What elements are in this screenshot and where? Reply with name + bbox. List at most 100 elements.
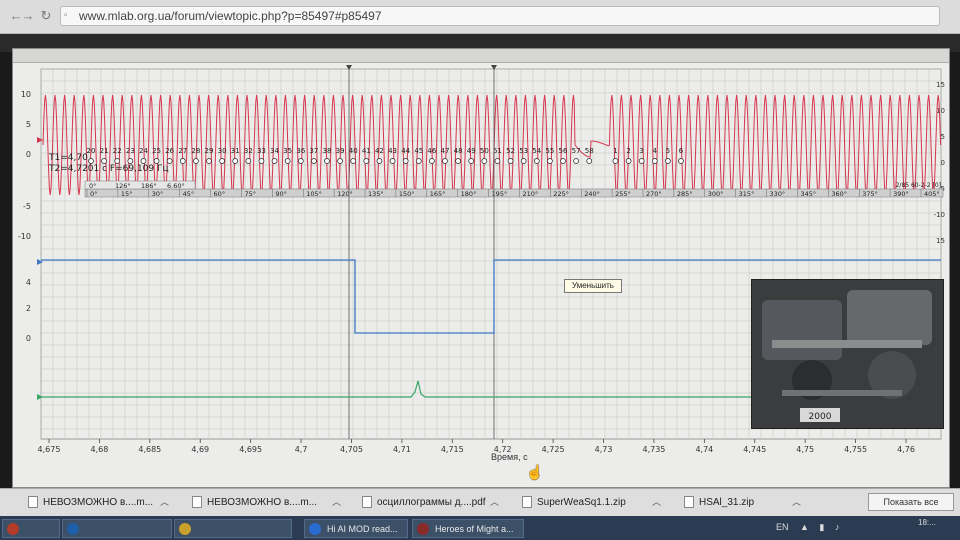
angle-label: 360° xyxy=(831,190,847,198)
forward-arrow-icon[interactable]: → xyxy=(20,8,36,24)
angle-label: 270° xyxy=(646,190,662,198)
angle-label: 105° xyxy=(306,190,322,198)
taskbar-item[interactable] xyxy=(62,519,172,538)
tooth-marker xyxy=(625,158,632,164)
download-item[interactable]: SuperWeaSq1.1.zip xyxy=(522,495,626,511)
tooth-number: 28 xyxy=(191,147,200,155)
windows-taskbar: Hi AI MOD read... Heroes of Might a... E… xyxy=(0,516,960,540)
taskbar-item[interactable]: Heroes of Might a... xyxy=(412,519,524,538)
file-icon xyxy=(192,496,202,509)
tooth-marker xyxy=(232,158,239,164)
y-tick-label-right: 15 xyxy=(936,237,945,245)
tooth-number: 50 xyxy=(480,147,489,155)
tooth-marker xyxy=(311,158,317,164)
x-tick-label: 4,705 xyxy=(340,445,363,454)
tooth-number: 53 xyxy=(519,147,528,155)
y-tick-label-right: 5 xyxy=(941,133,945,141)
tooth-marker xyxy=(468,158,475,164)
pdf-icon xyxy=(362,496,372,509)
tooth-number: 47 xyxy=(441,147,450,155)
url-field[interactable]: www.mlab.org.ua/forum/viewtopic.php?p=85… xyxy=(60,6,940,26)
tooth-marker xyxy=(520,158,527,164)
tooth-marker xyxy=(363,158,370,164)
tooth-number: 54 xyxy=(532,147,541,155)
zip-icon xyxy=(522,496,532,509)
tooth-marker xyxy=(324,158,330,164)
x-tick-label: 4,75 xyxy=(796,445,814,454)
engine-photo: 2000 xyxy=(751,279,944,429)
tooth-marker xyxy=(665,158,671,164)
language-indicator[interactable]: EN xyxy=(776,522,789,532)
tooth-number: 52 xyxy=(506,147,515,155)
tooth-marker xyxy=(638,158,645,164)
angle-label: 240° xyxy=(584,190,600,198)
tooth-marker xyxy=(612,158,619,164)
clock[interactable]: 18:... xyxy=(918,518,936,528)
tooth-marker xyxy=(271,158,278,164)
angle-label: 15° xyxy=(121,190,133,198)
engine-photo-caption: 2000 xyxy=(809,412,832,422)
x-tick-label: 4,74 xyxy=(695,445,713,454)
tooth-marker xyxy=(547,158,553,164)
tooth-number: 5 xyxy=(666,147,670,155)
reload-icon[interactable]: ↻ xyxy=(38,8,54,24)
chevron-up-icon[interactable]: ︿ xyxy=(490,495,499,508)
browser-icon xyxy=(67,523,79,535)
angle-label: 0° xyxy=(90,190,97,198)
zoom-out-tooltip[interactable]: Уменьшить xyxy=(564,279,622,293)
chevron-up-icon[interactable]: ︿ xyxy=(332,495,341,508)
tooth-number: 4 xyxy=(653,147,658,155)
x-tick-label: 4,715 xyxy=(441,445,464,454)
taskbar-item[interactable] xyxy=(2,519,60,538)
angle-label: 45° xyxy=(183,190,195,198)
taskbar-item[interactable] xyxy=(174,519,292,538)
x-tick-label: 4,71 xyxy=(393,445,411,454)
tooth-marker xyxy=(389,158,396,164)
tooth-marker xyxy=(402,158,409,164)
chevron-up-icon[interactable]: ︿ xyxy=(160,495,169,508)
angle-label: 75° xyxy=(244,190,256,198)
x-tick-label: 4,735 xyxy=(642,445,665,454)
download-item[interactable]: осциллограммы д....pdf xyxy=(362,495,486,511)
tooth-number: 37 xyxy=(309,147,318,155)
tooth-number: 41 xyxy=(362,147,371,155)
y-tick-label-right: -10 xyxy=(934,211,945,219)
tooth-number: 44 xyxy=(401,147,410,155)
download-item[interactable]: НЕВОЗМОЖНО в....m... xyxy=(28,495,153,511)
tooth-number: 1 xyxy=(613,147,617,155)
system-tray-icons[interactable]: ▲ ▮ ♪ xyxy=(800,522,843,533)
y-tick-label: -5 xyxy=(23,202,31,211)
mouse-pointer-icon: ☝ xyxy=(526,464,544,480)
file-icon xyxy=(28,496,38,509)
tooth-marker xyxy=(507,158,514,164)
tooth-marker xyxy=(560,158,566,164)
y-tick-label-right: 0 xyxy=(941,159,945,167)
angle-label: 210° xyxy=(522,190,538,198)
y-tick-label: 0 xyxy=(26,334,31,343)
angle-label: 345° xyxy=(800,190,816,198)
tooth-number: 34 xyxy=(270,147,279,155)
time-axis-label: Время, с xyxy=(491,452,528,462)
y-tick-label: 5 xyxy=(26,120,31,129)
tooth-marker xyxy=(350,158,357,164)
tooth-marker xyxy=(533,158,540,164)
x-tick-label: 4,7 xyxy=(295,445,308,454)
tooth-number: 46 xyxy=(427,147,436,155)
app-icon xyxy=(7,523,19,535)
chevron-up-icon[interactable]: ︿ xyxy=(792,495,801,508)
y-tick-label: -10 xyxy=(18,232,31,241)
tooth-number: 27 xyxy=(178,147,187,155)
x-tick-label: 4,695 xyxy=(239,445,262,454)
angle-label: 90° xyxy=(275,190,287,198)
tooth-number: 2 xyxy=(626,147,630,155)
chevron-up-icon[interactable]: ︿ xyxy=(652,495,661,508)
download-item[interactable]: НЕВОЗМОЖНО в....m... xyxy=(192,495,317,511)
t1-readout: T1=4,70 xyxy=(49,153,88,163)
x-tick-label: 4,745 xyxy=(743,445,766,454)
angle-label: 150° xyxy=(399,190,415,198)
taskbar-item[interactable]: Hi AI MOD read... xyxy=(304,519,408,538)
x-tick-label: 4,725 xyxy=(542,445,565,454)
show-all-downloads-button[interactable]: Показать все xyxy=(868,493,954,511)
tooth-marker xyxy=(297,158,304,164)
download-item[interactable]: HSAl_31.zip xyxy=(684,495,754,511)
